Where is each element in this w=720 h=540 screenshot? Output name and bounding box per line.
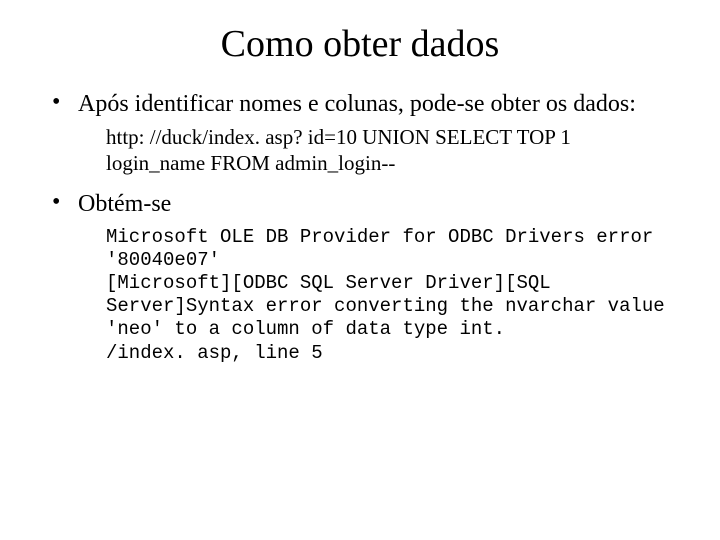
list-item: Obtém-se Microsoft OLE DB Provider for O…: [50, 190, 670, 364]
slide-title: Como obter dados: [50, 22, 670, 66]
bullet-text: Após identificar nomes e colunas, pode-s…: [78, 90, 670, 119]
bullet-list: Após identificar nomes e colunas, pode-s…: [50, 90, 670, 365]
list-item: Após identificar nomes e colunas, pode-s…: [50, 90, 670, 176]
slide: Como obter dados Após identificar nomes …: [0, 0, 720, 540]
bullet-subtext: http: //duck/index. asp? id=10 UNION SEL…: [106, 125, 670, 176]
bullet-text: Obtém-se: [78, 190, 670, 219]
bullet-subtext-code: Microsoft OLE DB Provider for ODBC Drive…: [106, 226, 670, 365]
